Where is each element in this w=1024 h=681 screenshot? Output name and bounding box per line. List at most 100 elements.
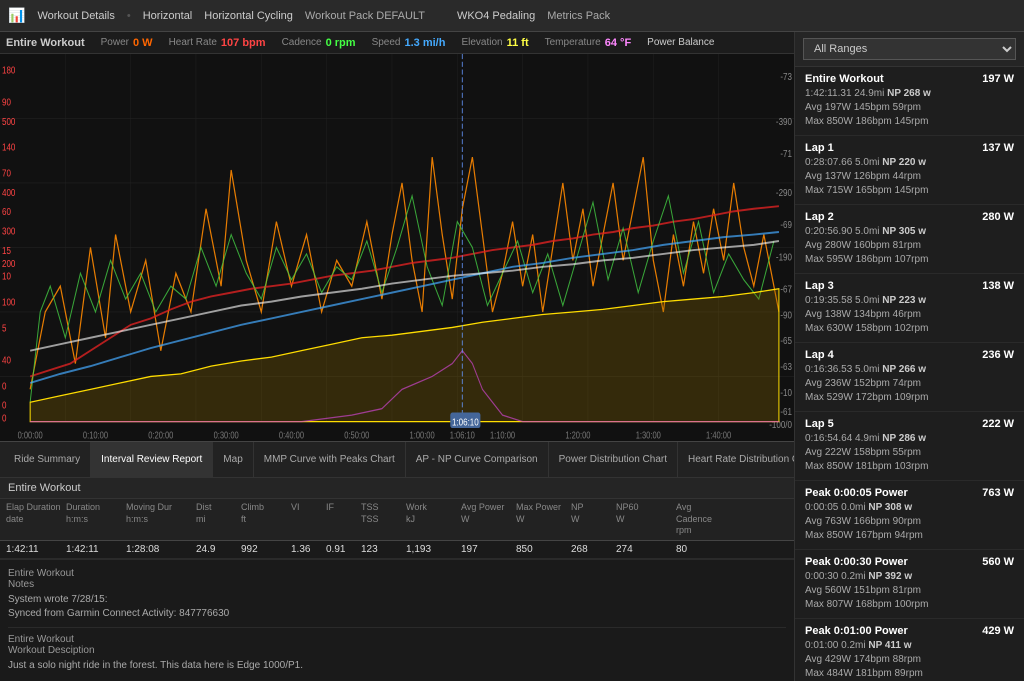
td-np60: 274 (614, 543, 674, 556)
range-select[interactable]: All Ranges (803, 38, 1016, 60)
th-work: WorkkJ (404, 501, 459, 538)
th-tss: TSSTSS (359, 501, 404, 538)
td-climb: 992 (239, 543, 289, 556)
power-balance-label: Power Balance (647, 37, 714, 48)
lap-item-6[interactable]: Peak 0:00:05 Power 763 W 0:00:05 0.0mi NP … (795, 481, 1024, 550)
chart-area[interactable]: 18090 500140 70400 60300 15200 10 100 5 … (0, 54, 794, 441)
lap-item-2[interactable]: Lap 2280 W0:20:56.90 5.0mi NP 305 wAvg 2… (795, 205, 1024, 274)
svg-text:1:06:10: 1:06:10 (452, 417, 479, 428)
svg-text:-67: -67 (780, 284, 792, 295)
tab-hr-dist[interactable]: Heart Rate Distribution Chart (678, 442, 794, 477)
notes-section: Entire Workout Notes System wrote 7/28/1… (0, 559, 794, 681)
lap-item-1[interactable]: Lap 1137 W0:28:07.66 5.0mi NP 220 wAvg 1… (795, 136, 1024, 205)
lap-item-7[interactable]: Peak 0:00:30 Power560 W0:00:30 0.2mi NP … (795, 550, 1024, 619)
lap-name-4: Lap 4 (805, 349, 834, 361)
chart-icon[interactable]: 📊 (8, 7, 25, 24)
svg-text:-63: -63 (780, 361, 792, 372)
svg-text:1:10:00: 1:10:00 (490, 429, 515, 440)
pack-name: Workout Pack DEFAULT (305, 10, 425, 22)
lap-stats-8: 0:01:00 0.2mi NP 411 wAvg 429W 174bpm 88… (805, 639, 1014, 681)
toolbar-title: Horizontal Cycling (204, 10, 293, 22)
lap-item-8[interactable]: Peak 0:01:00 Power 429 W 0:01:00 0.2mi NP … (795, 619, 1024, 681)
table-header: Elap Durationdate Durationh:m:s Moving D… (0, 499, 794, 541)
lap-stats-6: 0:00:05 0.0mi NP 308 wAvg 763W 166bpm 90… (805, 501, 1014, 543)
main-layout: Entire Workout Power 0 W Heart Rate 107 … (0, 32, 1024, 681)
svg-text:100: 100 (2, 297, 15, 308)
td-max-power: 850 (514, 543, 569, 556)
lap-watts-6: 763 W (982, 487, 1014, 499)
lap-item-5[interactable]: Lap 5222 W0:16:54.64 4.9mi NP 286 wAvg 2… (795, 412, 1024, 481)
svg-text:5: 5 (2, 322, 6, 333)
elevation-metric: Elevation 11 ft (461, 37, 528, 49)
pack2-name: Metrics Pack (547, 10, 610, 22)
svg-text:-190: -190 (776, 251, 792, 262)
svg-text:-10: -10 (780, 387, 792, 398)
lap-name-8: Peak 0:01:00 Power (805, 625, 908, 637)
lap-watts-2: 280 W (982, 211, 1014, 223)
lap-name-3: Lap 3 (805, 280, 834, 292)
tab-interval-review[interactable]: Interval Review Report (91, 442, 213, 477)
lap-name-1: Lap 1 (805, 142, 834, 154)
power-label: Power (101, 37, 129, 48)
td-avg-power: 197 (459, 543, 514, 556)
svg-text:0:30:00: 0:30:00 (214, 429, 239, 440)
lap-name-5: Lap 5 (805, 418, 834, 430)
th-dist: Distmi (194, 501, 239, 538)
svg-text:15: 15 (2, 245, 11, 256)
th-np60: NP60W (614, 501, 674, 538)
svg-text:0:20:00: 0:20:00 (148, 429, 173, 440)
notes-label-1: Entire Workout Notes (8, 568, 786, 590)
td-moving: 1:28:08 (124, 543, 194, 556)
svg-text:1:00:00: 1:00:00 (410, 429, 435, 440)
lap-watts-4: 236 W (982, 349, 1014, 361)
td-dur: 1:42:11 (64, 543, 124, 556)
lap-watts-0: 197 W (982, 73, 1014, 85)
pack2-title[interactable]: WKO4 Pedaling (457, 10, 535, 22)
lap-name-0: Entire Workout (805, 73, 884, 85)
svg-text:0: 0 (2, 413, 6, 424)
td-vi: 1.36 (289, 543, 324, 556)
lap-item-0[interactable]: Entire Workout 197 W 1:42:11.31 24.9mi NP … (795, 67, 1024, 136)
power-value: 0 W (133, 37, 153, 49)
chart-tabs: Ride Summary Interval Review Report Map … (0, 441, 794, 477)
lap-item-3[interactable]: Lap 3138 W0:19:35.58 5.0mi NP 223 wAvg 1… (795, 274, 1024, 343)
td-tss: 123 (359, 543, 404, 556)
chart-svg: 18090 500140 70400 60300 15200 10 100 5 … (0, 54, 794, 441)
td-dist: 24.9 (194, 543, 239, 556)
svg-text:1:40:00: 1:40:00 (706, 429, 731, 440)
data-section: Entire Workout Elap Durationdate Duratio… (0, 477, 794, 559)
right-panel: All Ranges Entire Workout 197 W 1:42:11.31… (794, 32, 1024, 681)
svg-text:1:20:00: 1:20:00 (565, 429, 590, 440)
tab-map[interactable]: Map (213, 442, 253, 477)
lap-stats-0: 1:42:11.31 24.9mi NP 268 wAvg 197W 145bp… (805, 87, 1014, 129)
lap-stats-7: 0:00:30 0.2mi NP 392 wAvg 560W 151bpm 81… (805, 570, 1014, 612)
workout-details-label[interactable]: Workout Details (37, 10, 114, 22)
left-panel: Entire Workout Power 0 W Heart Rate 107 … (0, 32, 794, 681)
entire-workout-label: Entire Workout (6, 37, 85, 49)
lap-item-4[interactable]: Lap 4 236 W 0:16:36.53 5.0mi NP 266 wAvg 2… (795, 343, 1024, 412)
svg-text:200: 200 (2, 258, 15, 269)
lap-watts-8: 429 W (982, 625, 1014, 637)
svg-text:1:06:10: 1:06:10 (450, 429, 475, 440)
svg-text:0:10:00: 0:10:00 (83, 429, 108, 440)
speed-value: 1.3 mi/h (404, 37, 445, 49)
svg-text:400: 400 (2, 187, 15, 198)
tab-ap-np[interactable]: AP - NP Curve Comparison (406, 442, 549, 477)
svg-text:-290: -290 (776, 187, 792, 198)
svg-text:70: 70 (2, 168, 11, 179)
speed-label: Speed (372, 37, 401, 48)
lap-name-6: Peak 0:00:05 Power (805, 487, 908, 499)
tab-power-dist[interactable]: Power Distribution Chart (549, 442, 678, 477)
tab-mmp-curve[interactable]: MMP Curve with Peaks Chart (254, 442, 406, 477)
horizontal-label[interactable]: Horizontal (143, 10, 193, 22)
range-select-row: All Ranges (795, 32, 1024, 67)
th-avg-cad: Avg Cadencerpm (674, 501, 729, 538)
svg-text:-390: -390 (776, 116, 792, 127)
td-np: 268 (569, 543, 614, 556)
th-moving: Moving Durh:m:s (124, 501, 194, 538)
lap-stats-4: 0:16:36.53 5.0mi NP 266 wAvg 236W 152bpm… (805, 363, 1014, 405)
power-metric: Power 0 W (101, 37, 153, 49)
th-dur: Durationh:m:s (64, 501, 124, 538)
tab-ride-summary[interactable]: Ride Summary (4, 442, 91, 477)
th-np: NPW (569, 501, 614, 538)
